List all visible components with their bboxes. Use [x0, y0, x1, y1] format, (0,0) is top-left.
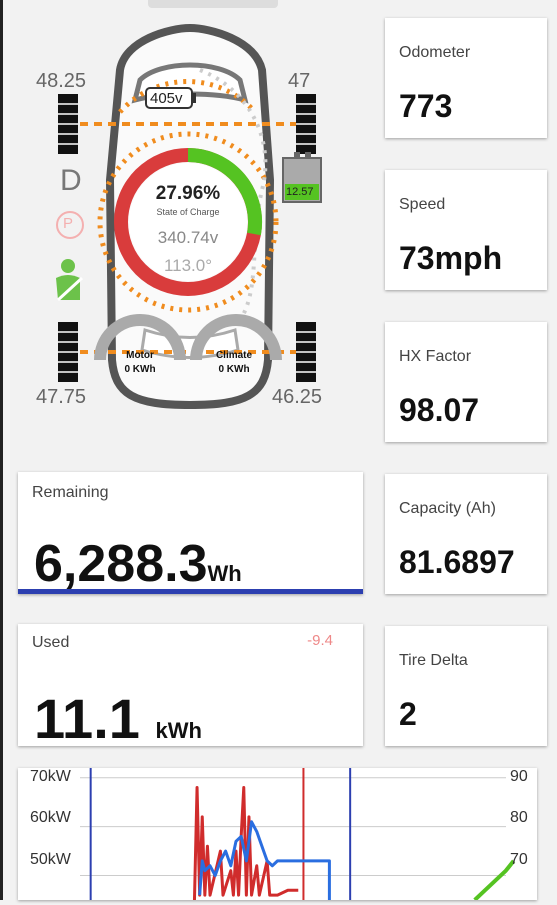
power-chart[interactable]: 70kW 60kW 50kW 90 80 70: [18, 768, 537, 902]
odometer-card[interactable]: Odometer 773: [385, 18, 547, 138]
tire-delta-label: Tire Delta: [399, 652, 468, 669]
speed-value: 73mph: [399, 240, 503, 276]
hx-factor-value: 98.07: [399, 392, 480, 428]
used-value: 11.1 kWh: [34, 686, 202, 751]
left-tick-70: 70kW: [30, 768, 71, 785]
right-tick-70: 70: [510, 851, 528, 868]
soc-percent: 27.96%: [155, 183, 221, 204]
chart-series-line: [198, 820, 331, 900]
remaining-bar: [18, 589, 363, 594]
remaining-number: 6,288.3: [34, 535, 208, 593]
seatbelt-icon: [56, 259, 80, 300]
remaining-value: 6,288.3Wh: [34, 534, 242, 594]
speed-label: Speed: [399, 196, 446, 213]
left-tick-50: 50kW: [30, 851, 71, 868]
remaining-unit: Wh: [207, 561, 242, 586]
capacity-label: Capacity (Ah): [399, 500, 496, 517]
pack-voltage: 405v: [150, 90, 183, 107]
hx-factor-card[interactable]: HX Factor 98.07: [385, 322, 547, 442]
power-chart-svg: [80, 768, 516, 902]
gear-indicator: D: [60, 164, 82, 197]
tire-front-right: 47: [288, 70, 311, 92]
odometer-value: 773: [399, 88, 453, 124]
battery-temp: 113.0°: [163, 256, 213, 275]
used-card[interactable]: Used -9.4 11.1 kWh: [18, 624, 363, 750]
car-diagram: 48.25 47 47.75 46.25 405v 12.57 D P 27.9…: [0, 0, 380, 460]
speed-card[interactable]: Speed 73mph: [385, 170, 547, 290]
odometer-label: Odometer: [399, 44, 471, 61]
used-delta: -9.4: [307, 632, 333, 649]
climate-label: Climate: [215, 350, 253, 361]
motor-value: 0 KWh: [124, 364, 156, 375]
battery-voltage: 340.74v: [157, 228, 219, 247]
motor-label: Motor: [126, 350, 154, 361]
used-unit: kWh: [155, 718, 202, 743]
chart-series-line: [192, 786, 299, 901]
soc-label: State of Charge: [156, 207, 220, 217]
right-tick-90: 90: [510, 768, 528, 785]
right-tick-80: 80: [510, 809, 528, 826]
climate-value: 0 KWh: [218, 364, 250, 375]
remaining-label: Remaining: [32, 484, 109, 501]
park-indicator: P: [63, 215, 74, 232]
used-number: 11.1: [34, 687, 140, 750]
aux-battery-voltage: 12.57: [286, 186, 314, 198]
tire-front-left: 48.25: [36, 70, 87, 92]
left-tick-60: 60kW: [30, 809, 71, 826]
tire-delta-value: 2: [399, 696, 417, 732]
hx-factor-label: HX Factor: [399, 348, 472, 365]
remaining-card[interactable]: Remaining 6,288.3Wh: [18, 472, 363, 594]
tire-delta-card[interactable]: Tire Delta 2: [385, 626, 547, 746]
tire-rear-right: 46.25: [272, 386, 323, 408]
capacity-card[interactable]: Capacity (Ah) 81.6897: [385, 474, 547, 594]
tire-rear-left: 47.75: [36, 386, 87, 408]
used-label: Used: [32, 634, 70, 651]
capacity-value: 81.6897: [399, 544, 515, 580]
chart-series-line: [473, 859, 516, 902]
